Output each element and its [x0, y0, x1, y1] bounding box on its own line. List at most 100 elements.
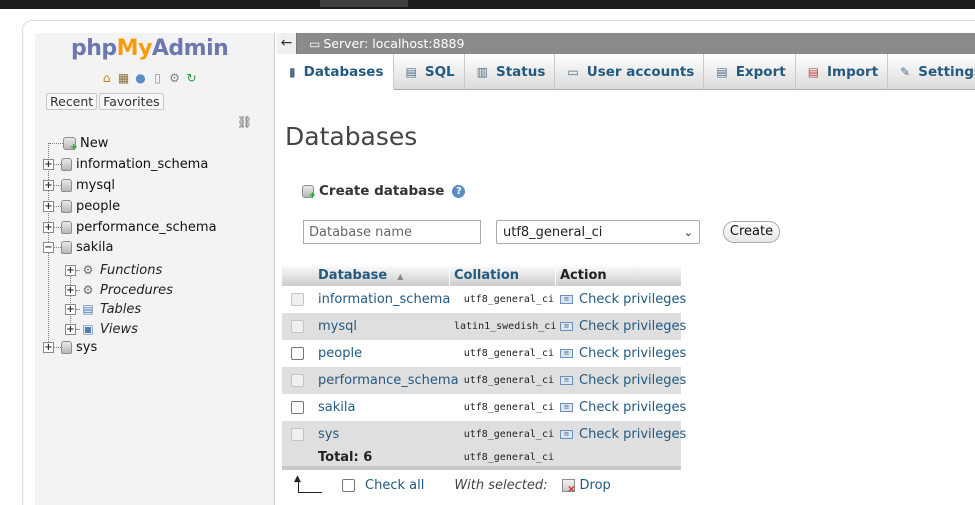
status-icon: ▥ [476, 65, 488, 79]
new-database-icon [302, 184, 316, 201]
header-collation[interactable]: Collation [454, 268, 519, 283]
tab-recent[interactable]: Recent [46, 93, 98, 110]
check-privileges-link[interactable]: ≡ Check privileges [560, 427, 686, 442]
check-privileges-link[interactable]: ≡ Check privileges [560, 373, 686, 388]
procedures-icon: ⚙ [82, 282, 94, 297]
tree-item-functions[interactable]: + ⚙ Functions [65, 260, 162, 280]
table-row: performance_schema utf8_general_ci ≡ Chec… [282, 367, 686, 394]
collation-value: utf8_general_ci [463, 348, 554, 359]
check-all-label[interactable]: Check all [365, 478, 424, 493]
collation-value: utf8_general_ci [463, 402, 554, 413]
tree-item-views[interactable]: + ▣ Views [65, 319, 138, 339]
database-link[interactable]: performance_schema [318, 373, 459, 388]
create-button[interactable]: Create [723, 221, 780, 243]
drop-button[interactable]: Drop [580, 478, 611, 493]
header-action: Action [560, 267, 607, 283]
tab-databases[interactable]: ▮ Databases [277, 54, 394, 90]
expand-icon[interactable]: + [65, 284, 76, 296]
check-all-checkbox[interactable] [342, 478, 355, 492]
database-link[interactable]: mysql [318, 319, 357, 334]
expand-icon[interactable]: + [43, 221, 54, 233]
drop-icon[interactable] [561, 478, 576, 495]
database-icon [61, 240, 72, 254]
phpmyadmin-window: phpMyAdmin ⌂ ▦ ● ▯ ⚙ ↻ Recent Favorites … [22, 20, 975, 505]
expand-icon[interactable]: + [43, 179, 54, 191]
help-icon[interactable]: ? [452, 184, 466, 198]
collation-value: utf8_general_ci [463, 375, 554, 386]
import-icon: ▤ [807, 65, 820, 79]
tree-item-tables[interactable]: + ▤ Tables [65, 299, 141, 319]
row-checkbox[interactable] [291, 347, 304, 360]
check-privileges-link[interactable]: ≡ Check privileges [560, 319, 686, 334]
export-icon: ▤ [716, 65, 728, 79]
table-row: sakila utf8_general_ci ≡ Check privileges [282, 394, 686, 421]
expand-icon[interactable]: + [65, 264, 76, 276]
tree-item-procedures[interactable]: + ⚙ Procedures [65, 280, 173, 300]
server-icon: ▭ [309, 36, 321, 51]
privileges-icon: ≡ [560, 349, 573, 358]
tab-export[interactable]: ▤ Export [704, 54, 796, 90]
check-privileges-link[interactable]: ≡ Check privileges [560, 346, 686, 361]
tab-status[interactable]: ▥ Status [465, 54, 556, 90]
tree-item-new[interactable]: New [49, 133, 108, 153]
row-checkbox [291, 320, 304, 333]
gear-icon[interactable]: ⚙ [167, 71, 182, 86]
help-icon[interactable]: ● [133, 71, 148, 86]
tree-item-sakila[interactable]: − sakila [43, 237, 113, 257]
check-privileges-link[interactable]: ≡ Check privileges [560, 400, 686, 415]
create-database-label: Create database ? [302, 183, 466, 201]
table-row: information_schema utf8_general_ci ≡ Chec… [282, 286, 686, 313]
scroll-thumb[interactable] [320, 0, 408, 7]
database-icon: ▮ [289, 64, 296, 79]
row-checkbox [291, 428, 304, 441]
database-icon [61, 220, 72, 234]
collapse-arrow-icon[interactable]: ← [277, 33, 297, 54]
expand-icon[interactable]: + [65, 323, 76, 335]
tree-item-people[interactable]: + people [43, 196, 120, 216]
tables-icon: ▤ [82, 301, 94, 316]
home-icon[interactable]: ⌂ [99, 71, 114, 86]
privileges-icon: ≡ [560, 295, 573, 304]
privileges-icon: ≡ [560, 403, 573, 412]
tab-import[interactable]: ▤ Import [796, 54, 889, 90]
expand-icon[interactable]: + [43, 200, 54, 212]
tree-item-sys[interactable]: + sys [43, 337, 97, 357]
database-link[interactable]: sys [318, 427, 339, 442]
server-breadcrumb: ← ▭ Server: localhost:8889 [277, 33, 975, 54]
quick-icons: ⌂ ▦ ● ▯ ⚙ ↻ [99, 71, 199, 86]
sort-asc-icon: ▲ [397, 271, 404, 281]
database-icon [61, 199, 72, 213]
tab-user-accounts[interactable]: ▭ User accounts [555, 54, 705, 90]
tree-item-information-schema[interactable]: + information_schema [43, 154, 208, 174]
expand-icon[interactable]: + [43, 158, 54, 170]
expand-icon[interactable]: + [65, 303, 76, 315]
link-icon[interactable]: ⛓ [237, 115, 252, 129]
table-header: Database ▲ Collation Action [282, 264, 681, 286]
expand-icon[interactable]: + [43, 341, 54, 353]
tab-sql[interactable]: ▤ SQL [394, 54, 465, 90]
arrow-up-icon: ▲ [294, 474, 322, 493]
collapse-icon[interactable]: − [43, 241, 54, 253]
database-link[interactable]: information_schema [318, 292, 450, 307]
tab-favorites[interactable]: Favorites [99, 93, 164, 110]
collation-select[interactable]: utf8_general_ci ⌄ [496, 220, 700, 244]
logout-icon[interactable]: ▦ [116, 71, 131, 86]
database-link[interactable]: sakila [318, 400, 355, 415]
database-link[interactable]: people [318, 346, 362, 361]
tree-item-performance-schema[interactable]: + performance_schema [43, 217, 217, 237]
tree-item-mysql[interactable]: + mysql [43, 175, 115, 195]
with-selected-label: With selected: [454, 477, 548, 493]
row-checkbox[interactable] [291, 401, 304, 414]
database-icon [61, 157, 72, 171]
server-label[interactable]: Server: localhost:8889 [323, 36, 464, 51]
table-row: people utf8_general_ci ≡ Check privileges [282, 340, 686, 367]
docs-icon[interactable]: ▯ [150, 71, 165, 86]
page-title: Databases [285, 122, 418, 151]
database-name-input[interactable] [303, 220, 481, 244]
phpmyadmin-logo[interactable]: phpMyAdmin [71, 36, 229, 61]
reload-icon[interactable]: ↻ [184, 71, 199, 86]
header-database[interactable]: Database ▲ [318, 268, 403, 283]
check-privileges-link[interactable]: ≡ Check privileges [560, 292, 686, 307]
tab-settings[interactable]: ✎Settings [888, 54, 975, 90]
wrench-icon: ✎ [900, 65, 911, 79]
